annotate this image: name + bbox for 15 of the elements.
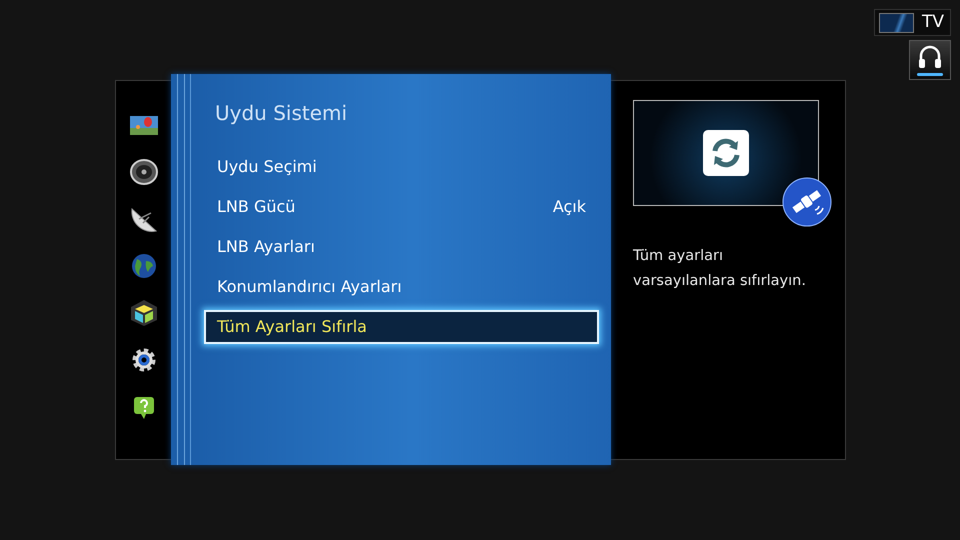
menu-item[interactable]: LNB Ayarları (204, 230, 599, 264)
speaker-icon[interactable] (128, 158, 158, 186)
menu-item[interactable]: Uydu Seçimi (204, 150, 599, 184)
refresh-icon (702, 129, 750, 177)
satellite-icon (782, 177, 832, 227)
cube-icon[interactable] (128, 299, 158, 327)
screen-icon (878, 12, 914, 32)
source-label: TV (922, 10, 944, 34)
menu-item[interactable]: Konumlandırıcı Ayarları (204, 270, 599, 304)
menu-item[interactable]: LNB Gücü Açık (204, 190, 599, 224)
menu-item[interactable]: Tüm Ayarları Sıfırla (204, 310, 599, 344)
help-description: Tüm ayarları varsayılanlara sıfırlayın. (633, 247, 807, 291)
menu-title: Uydu Sistemi (215, 100, 348, 127)
satellite-dish-icon[interactable] (128, 205, 158, 233)
headphones-button[interactable] (909, 40, 951, 80)
